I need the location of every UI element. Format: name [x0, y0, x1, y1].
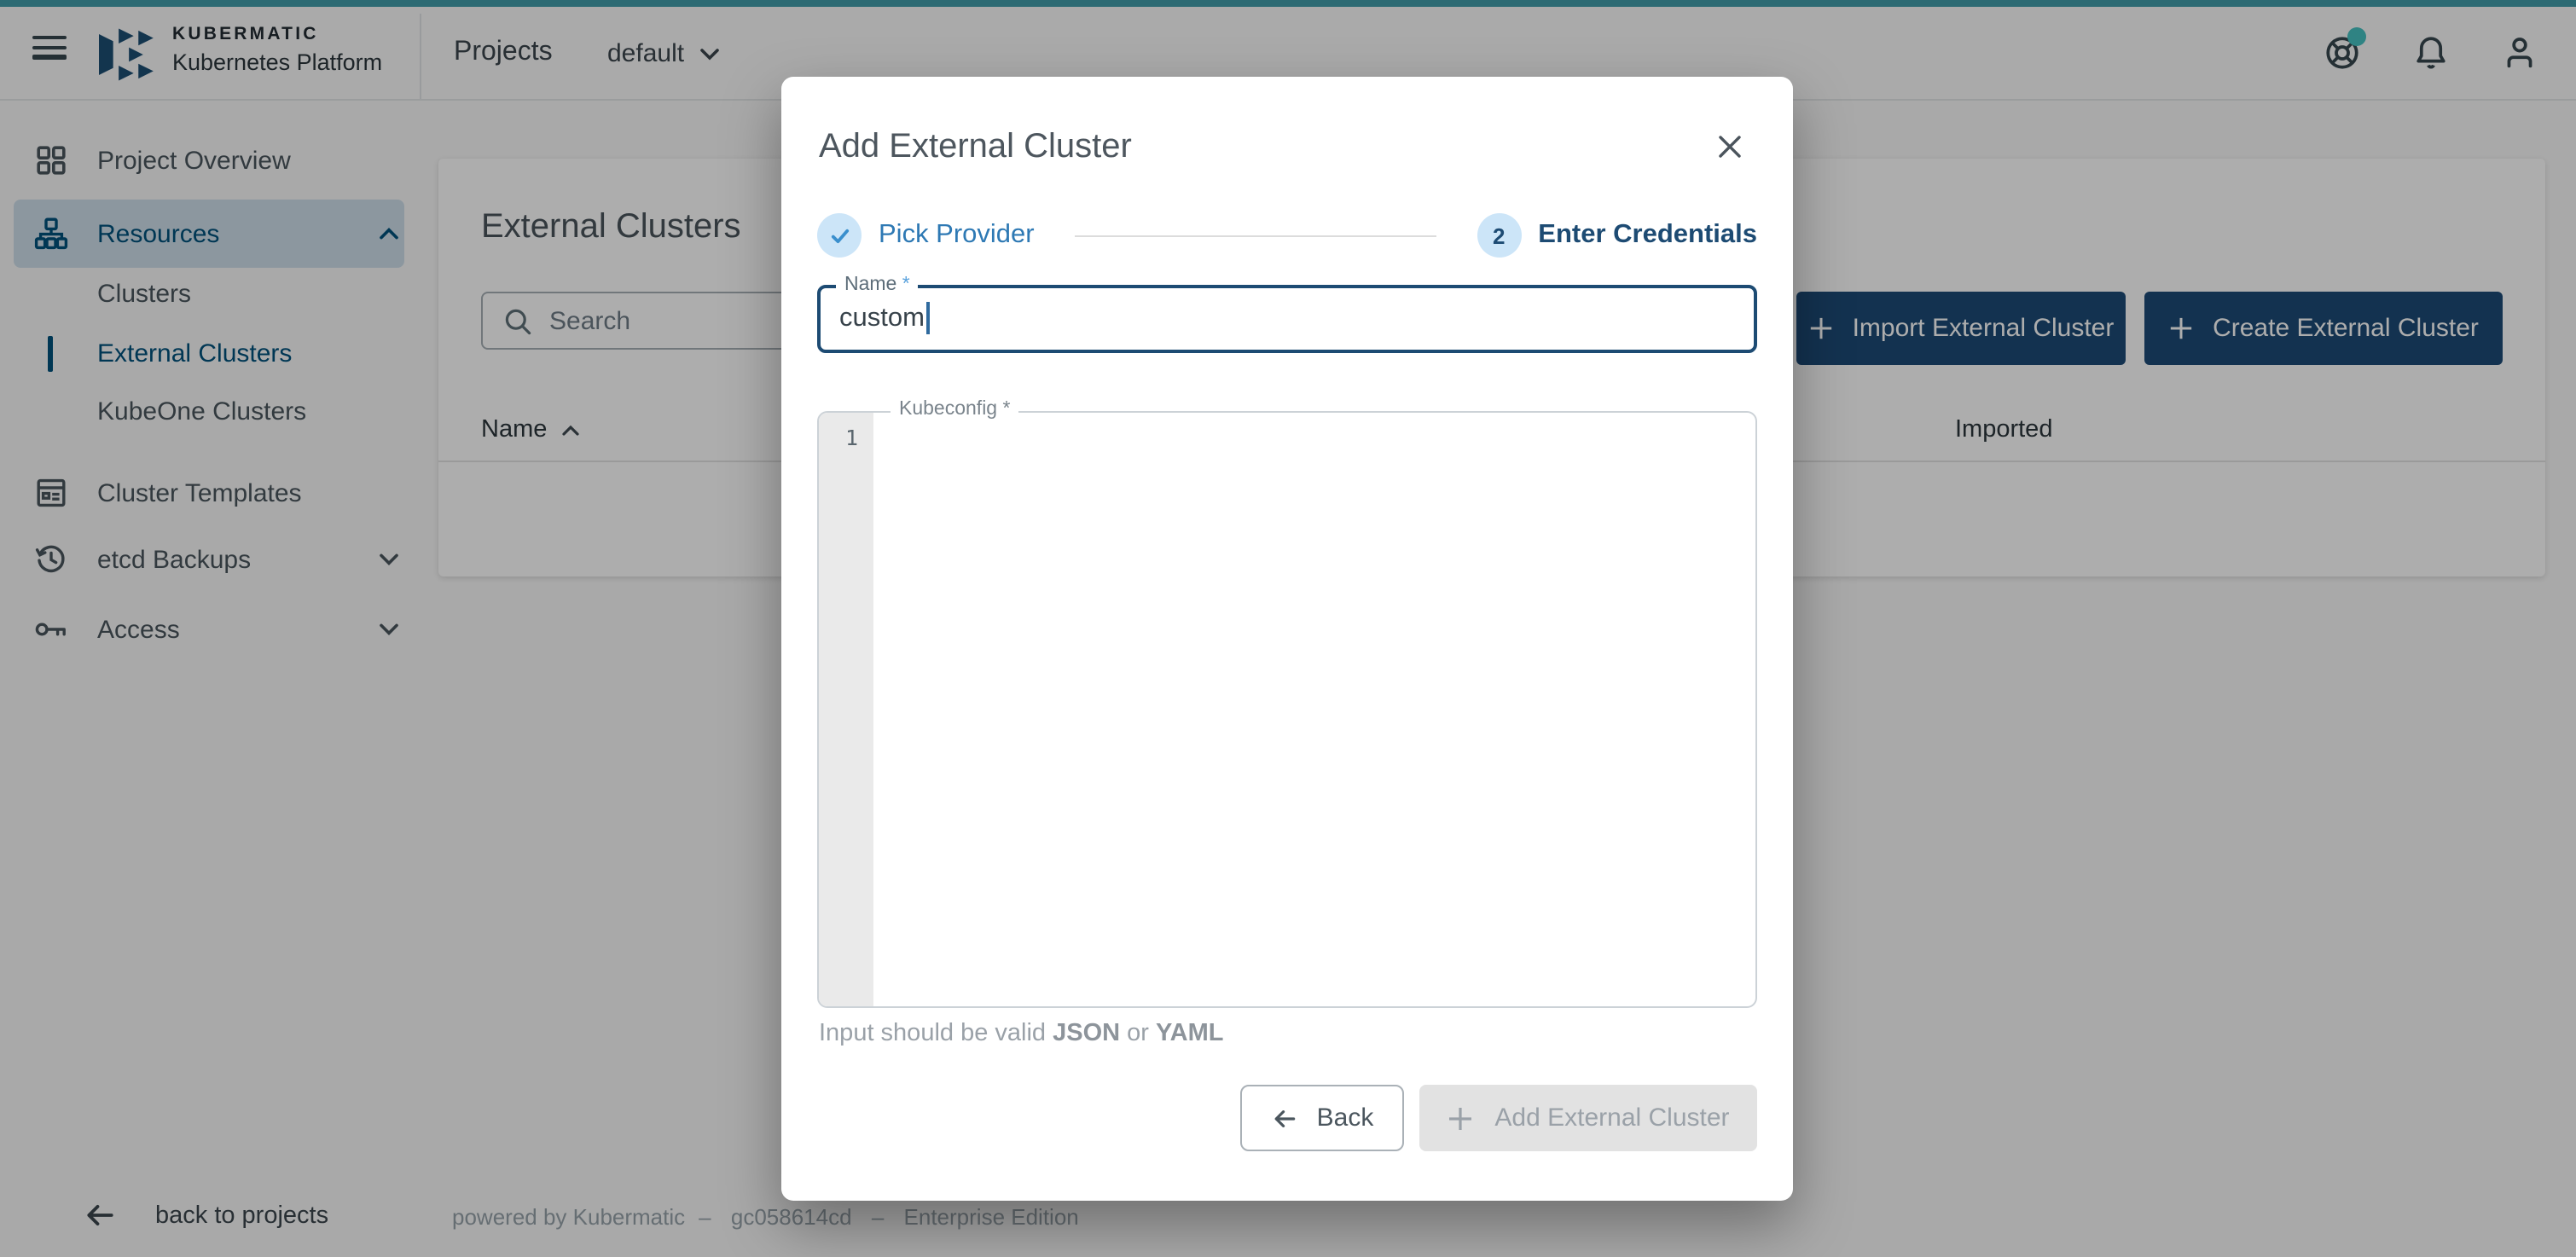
stepper-connector-line: [1075, 235, 1436, 236]
submit-button-label: Add External Cluster: [1494, 1103, 1730, 1132]
back-button[interactable]: Back: [1240, 1085, 1404, 1151]
back-button-label: Back: [1316, 1103, 1374, 1132]
hint-json: JSON: [1053, 1020, 1121, 1047]
dialog-title: Add External Cluster: [819, 128, 1132, 165]
label-text: Kubeconfig: [899, 399, 998, 420]
line-number: 1: [844, 425, 858, 450]
step-active-circle[interactable]: 2: [1477, 213, 1522, 258]
text-cursor: [925, 302, 930, 334]
name-field-label: Name *: [836, 275, 919, 295]
close-icon[interactable]: [1718, 135, 1742, 159]
step-label-pick-provider[interactable]: Pick Provider: [879, 220, 1035, 251]
required-marker: *: [1002, 399, 1011, 420]
name-input-value: custom: [839, 303, 925, 332]
add-external-cluster-dialog: Add External Cluster Pick Provider 2 Ent…: [781, 77, 1793, 1201]
kubeconfig-text-area[interactable]: [873, 413, 1755, 1006]
kubeconfig-field-label: Kubeconfig *: [891, 399, 1019, 420]
check-icon: [830, 228, 849, 243]
app-root: KUBERMATIC Kubernetes Platform Projects …: [0, 0, 2576, 1257]
hint-yaml: YAML: [1156, 1020, 1224, 1047]
label-text: Name: [844, 275, 897, 295]
add-external-cluster-submit-button[interactable]: Add External Cluster: [1419, 1085, 1757, 1151]
hint-text: or: [1120, 1020, 1156, 1047]
kubeconfig-hint: Input should be valid JSON or YAML: [819, 1020, 1224, 1047]
step-label-enter-credentials[interactable]: Enter Credentials: [1538, 220, 1757, 251]
required-marker: *: [902, 275, 910, 295]
hint-text: Input should be valid: [819, 1020, 1053, 1047]
name-input[interactable]: Name * custom: [817, 275, 1757, 353]
step-number: 2: [1493, 223, 1506, 248]
wizard-stepper: Pick Provider 2 Enter Credentials: [817, 213, 1757, 258]
step-done-circle[interactable]: [817, 213, 862, 258]
arrow-left-icon: [1274, 1109, 1295, 1127]
kubeconfig-editor[interactable]: Kubeconfig * 1: [817, 399, 1757, 1008]
line-number-gutter: 1: [819, 413, 873, 1006]
plus-icon: [1449, 1107, 1472, 1129]
